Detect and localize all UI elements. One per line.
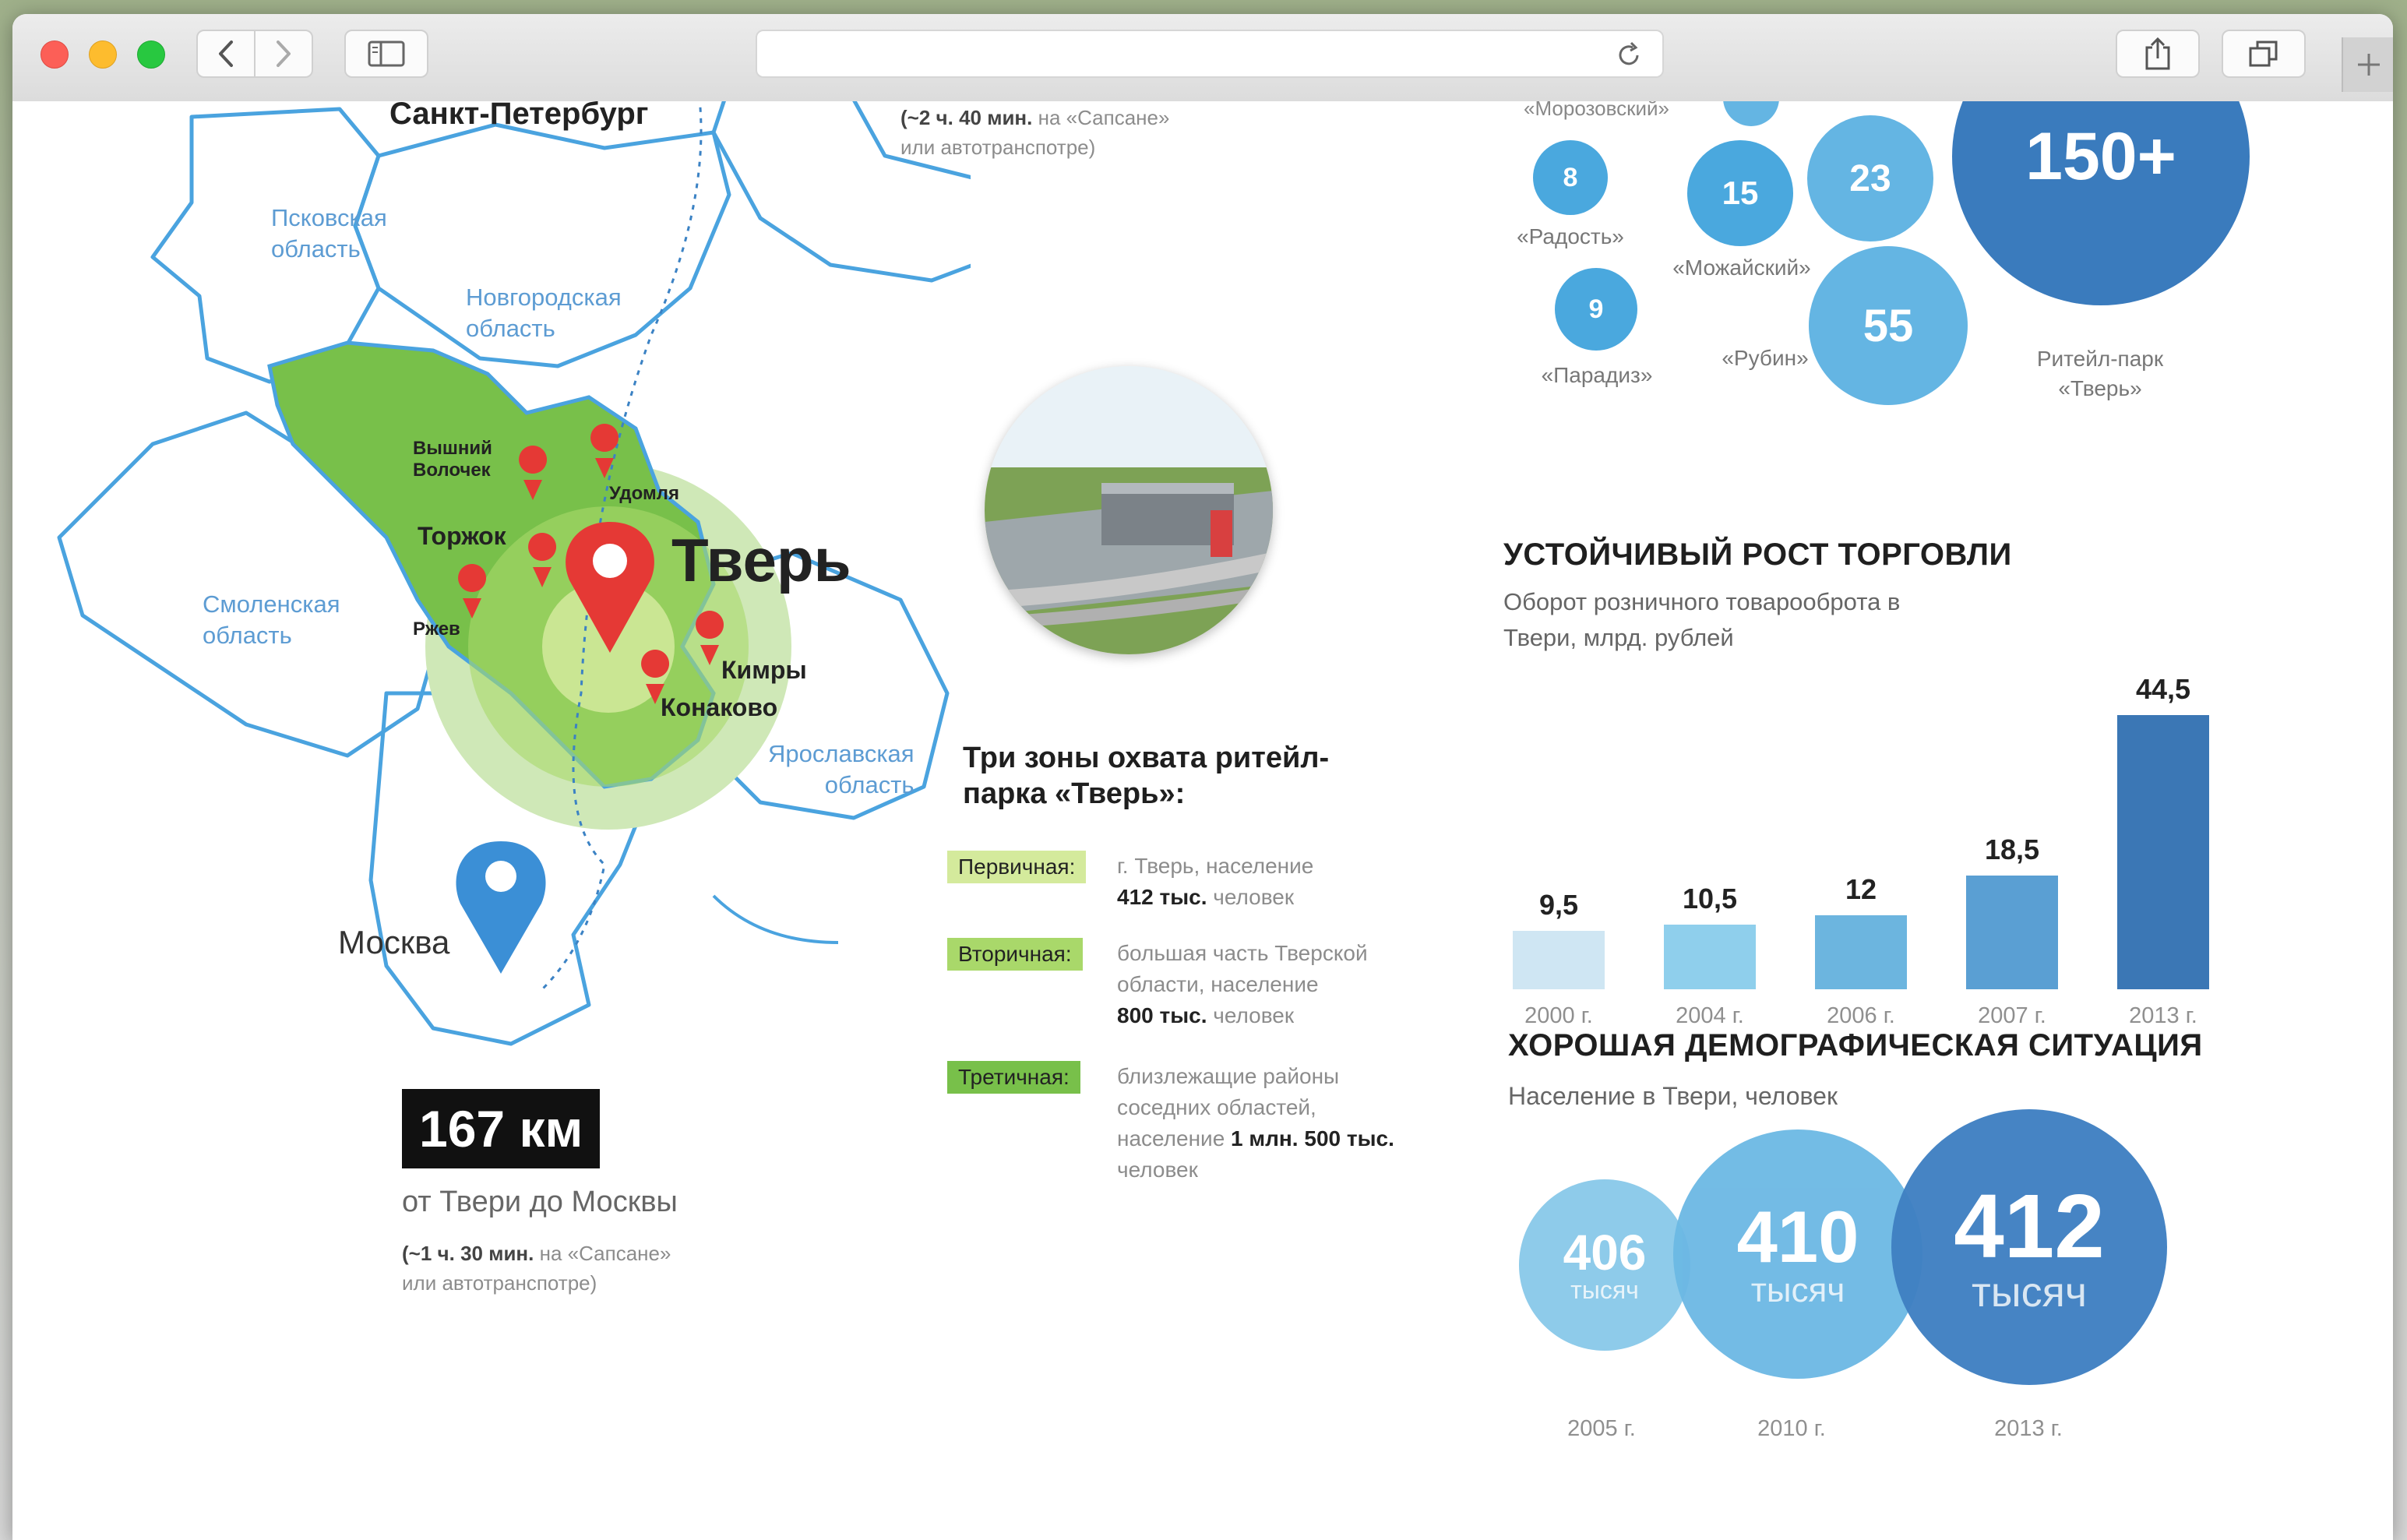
bar-category-label-2: 2006 г. xyxy=(1827,1003,1895,1028)
browser-window: Санкт-Петербург Псковская область Новгор… xyxy=(12,14,2393,1540)
bar-3 xyxy=(1966,876,2058,989)
city-konakovo-label: Конаково xyxy=(661,693,778,721)
region-map xyxy=(57,101,971,1046)
city-torzhok-label: Торжок xyxy=(418,522,506,550)
bar-0 xyxy=(1513,931,1605,989)
region-pskov-label: Псковская область xyxy=(271,204,387,263)
bar-value-label-3: 18,5 xyxy=(1984,833,2040,865)
browser-toolbar xyxy=(12,14,2393,103)
minimize-window-button[interactable] xyxy=(89,41,117,69)
tabs-icon xyxy=(2249,41,2278,67)
retail-park-photo xyxy=(985,366,1273,654)
distance-badge: 167 км xyxy=(402,1089,601,1168)
bubble-radost-label: «Радость» xyxy=(1517,224,1624,248)
city-moscow-label: Москва xyxy=(338,924,450,960)
population-2010-year: 2010 г. xyxy=(1757,1416,1826,1441)
bubble-paradiz-label: «Парадиз» xyxy=(1541,363,1653,387)
bar-category-label-1: 2004 г. xyxy=(1676,1003,1744,1028)
population-2010-circle: 410 тысяч xyxy=(1673,1129,1922,1379)
spb-travel-note: (~2 ч. 40 мин. на «Сапсане» или автотран… xyxy=(900,106,1170,159)
growth-bar-chart: 9,5 2000 г. 10,5 2004 г. 12 2006 г. 18,5 2007 г… xyxy=(1492,600,2240,1067)
aerial-photo-image xyxy=(985,366,1273,654)
zone-secondary-desc: большая часть Тверской области, населени… xyxy=(1117,941,1368,1027)
bar-value-label-0: 9,5 xyxy=(1538,889,1579,921)
bar-2 xyxy=(1815,915,1907,989)
city-udomlya-label: Удомля xyxy=(609,483,679,504)
population-2005-year: 2005 г. xyxy=(1567,1416,1636,1441)
bubble-radost: 8 xyxy=(1533,140,1608,215)
river-line xyxy=(712,894,839,944)
region-novgorod-label: Новгородская область xyxy=(466,284,622,342)
bar-category-label-3: 2007 г. xyxy=(1978,1003,2046,1028)
back-button[interactable] xyxy=(196,30,256,78)
plus-icon xyxy=(2358,54,2380,76)
population-2013-year: 2013 г. xyxy=(1994,1416,2063,1441)
sidebar-button[interactable] xyxy=(344,30,428,78)
close-window-button[interactable] xyxy=(41,41,69,69)
bubble-mozhaysky: 15 xyxy=(1687,140,1793,246)
bar-4 xyxy=(2117,715,2209,989)
chevron-right-icon xyxy=(277,41,291,67)
zone-secondary-tag: Вторичная: xyxy=(947,938,1083,971)
bubble-morozovsky-label: «Морозовский» xyxy=(1524,101,1669,120)
zone-tertiary-tag: Третичная: xyxy=(947,1061,1080,1094)
reload-icon[interactable] xyxy=(1614,41,1644,70)
region-yaroslavl-label: Ярославская область xyxy=(768,740,915,798)
chevron-left-icon xyxy=(219,41,233,67)
bubble-mozhaysky-label: «Можайский» xyxy=(1672,255,1811,280)
zone-tertiary-desc: близлежащие районы соседних областей, на… xyxy=(1117,1064,1394,1182)
population-2005-circle: 406 тысяч xyxy=(1519,1179,1690,1351)
moscow-travel-note: (~1 ч. 30 мин. на «Сапсане» или автотран… xyxy=(402,1242,671,1295)
bar-category-label-4: 2013 г. xyxy=(2129,1003,2197,1028)
bar-value-label-1: 10,5 xyxy=(1682,883,1738,914)
city-spb-label: Санкт-Петербург xyxy=(389,101,649,131)
bubble-morozovsky xyxy=(1723,101,1779,126)
address-bar[interactable] xyxy=(756,30,1664,78)
forward-button[interactable] xyxy=(254,30,313,78)
population-2013-circle: 412 тысяч xyxy=(1891,1109,2167,1385)
demography-subtitle: Население в Твери, человек xyxy=(1508,1082,1838,1110)
region-smolensk-label: Смоленская область xyxy=(203,590,340,649)
demography-title: ХОРОШАЯ ДЕМОГРАФИЧЕСКАЯ СИТУАЦИЯ xyxy=(1508,1028,2203,1062)
bubble-paradiz: 9 xyxy=(1555,268,1637,351)
city-rzhev-label: Ржев xyxy=(413,618,460,640)
city-vyshny-label: Вышний Волочек xyxy=(413,438,492,481)
bubble-retail-park-label: Ритейл-парк «Тверь» xyxy=(2036,347,2164,400)
bar-value-label-4: 44,5 xyxy=(2135,673,2191,705)
growth-title: УСТОЙЧИВЫЙ РОСТ ТОРГОВЛИ xyxy=(1503,537,2012,572)
bar-value-label-2: 12 xyxy=(1845,873,1877,905)
bar-1 xyxy=(1664,925,1756,989)
bubble-rubin-label: «Рубин» xyxy=(1722,346,1809,370)
sidebar-icon xyxy=(368,41,405,67)
zone-primary-tag: Первичная: xyxy=(947,851,1087,883)
bar-category-label-0: 2000 г. xyxy=(1524,1003,1593,1028)
distance-caption: от Твери до Москвы xyxy=(402,1186,678,1218)
city-tver-label: Тверь xyxy=(671,526,851,594)
zoom-window-button[interactable] xyxy=(137,41,165,69)
new-tab-button[interactable] xyxy=(2342,37,2393,92)
zone-primary-desc: г. Тверь, население 412 тыс. человек xyxy=(1117,854,1314,909)
pin-moscow-icon xyxy=(456,841,546,974)
bubble-retail-park-tver: 150+ xyxy=(1952,101,2250,305)
tabs-overview-button[interactable] xyxy=(2222,30,2306,78)
bubble-23: 23 xyxy=(1807,115,1933,241)
city-kimry-label: Кимры xyxy=(721,656,807,684)
share-icon xyxy=(2145,37,2170,70)
page-content: Санкт-Петербург Псковская область Новгор… xyxy=(12,101,2393,1540)
zones-title: Три зоны охвата ритейл- парка «Тверь»: xyxy=(963,742,1330,810)
share-button[interactable] xyxy=(2116,30,2200,78)
bubble-rubin: 55 xyxy=(1809,246,1968,405)
